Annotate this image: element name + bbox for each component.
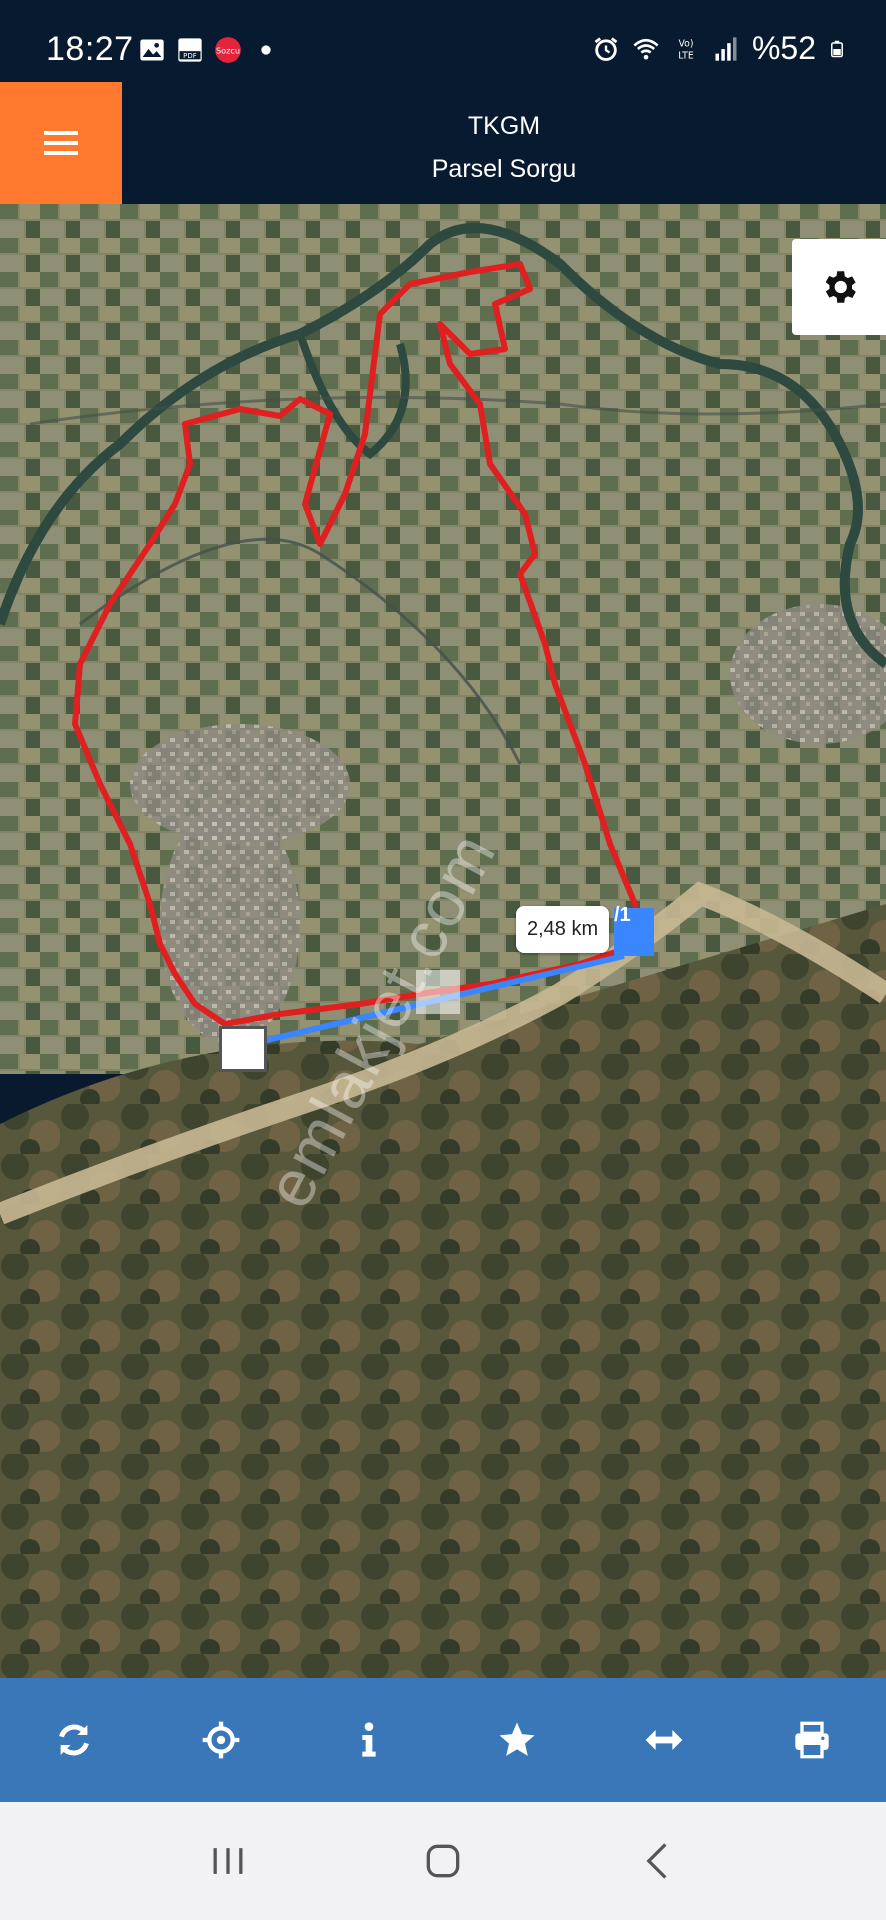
app-header: TKGM Parsel Sorgu [0, 82, 886, 204]
home-button[interactable] [403, 1821, 483, 1901]
measure-button[interactable] [614, 1690, 714, 1790]
home-icon [426, 1844, 460, 1878]
battery-percent: %52 [751, 30, 816, 66]
info-icon [362, 1722, 376, 1757]
alarm-icon [594, 36, 618, 61]
menu-icon [44, 131, 78, 155]
system-nav-bar [0, 1802, 886, 1920]
refresh-icon [58, 1724, 89, 1756]
measure-mid-marker[interactable] [416, 970, 460, 1014]
distance-label: 2,48 km [516, 906, 610, 953]
battery-icon [831, 40, 843, 57]
locate-button[interactable] [171, 1690, 271, 1790]
recent-apps-icon [213, 1848, 243, 1874]
locate-icon [203, 1721, 240, 1759]
settings-button[interactable] [792, 239, 886, 335]
svg-text:Sozcu: Sozcu [216, 46, 240, 56]
svg-text:LTE: LTE [678, 50, 694, 61]
star-icon [499, 1722, 535, 1756]
menu-button[interactable] [0, 82, 122, 204]
gear-icon [825, 271, 856, 303]
pdf-icon: PDF [178, 38, 202, 62]
status-time: 18:27 [46, 30, 134, 68]
refresh-button[interactable] [24, 1690, 124, 1790]
back-icon [646, 1843, 667, 1879]
print-button[interactable] [762, 1690, 862, 1790]
measure-icon [646, 1730, 683, 1750]
map-view[interactable]: emlakjet.com 2,48 km /1 [0, 204, 886, 1678]
image-icon [140, 39, 164, 61]
app-title: TKGM [467, 112, 541, 140]
parcel-number-label: /1 [614, 904, 631, 926]
status-right: Vo) LTE %52 [592, 30, 846, 67]
app-subtitle: Parsel Sorgu [431, 155, 577, 183]
svg-text:Vo): Vo) [678, 38, 693, 49]
back-button[interactable] [618, 1821, 698, 1901]
measure-start-marker[interactable] [219, 1026, 267, 1072]
signal-icon [715, 36, 737, 61]
status-bar: 18:27 PDF Sozcu Vo) LTE %52 [0, 0, 886, 82]
svg-text:PDF: PDF [183, 52, 197, 60]
wifi-icon [633, 38, 659, 59]
status-left-icons: PDF Sozcu [138, 36, 280, 64]
info-button[interactable] [319, 1690, 419, 1790]
favorite-button[interactable] [467, 1690, 567, 1790]
bottom-toolbar [0, 1678, 886, 1802]
dot-icon [261, 45, 271, 55]
app-notification-icon: Sozcu [215, 37, 241, 63]
recent-apps-button[interactable] [188, 1821, 268, 1901]
print-icon [795, 1721, 829, 1759]
volte-icon: Vo)LTE [678, 38, 694, 61]
